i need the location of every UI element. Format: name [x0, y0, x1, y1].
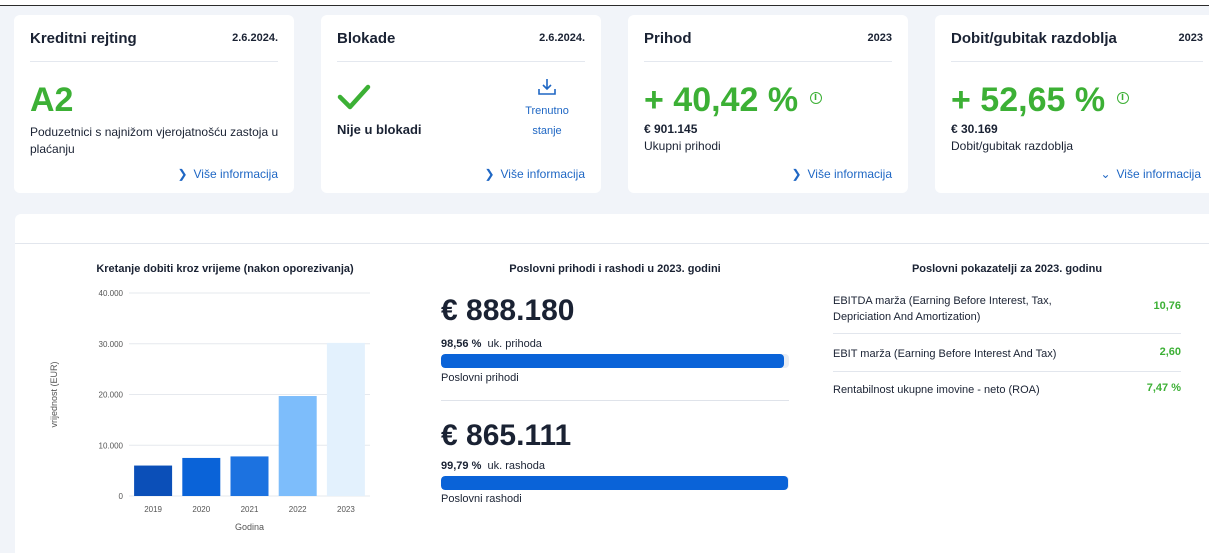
revenue-change: + 40,42 % i [644, 81, 822, 120]
y-tick-label: 10.000 [99, 441, 124, 450]
bar-2021 [230, 456, 269, 496]
bar-2019 [134, 465, 173, 496]
indicator-value: 10,76 [1153, 300, 1181, 312]
expense-bar [441, 476, 789, 490]
y-tick-label: 0 [119, 492, 124, 501]
x-tick-label: 2023 [337, 505, 355, 514]
expense-pct-label: uk. rashoda [487, 460, 545, 472]
expense-amount: € 865.111 [441, 419, 572, 452]
profit-change: + 52,65 % i [951, 81, 1129, 120]
card-title: Prihod [644, 29, 692, 47]
checkmark-icon [337, 84, 371, 110]
income-bar [441, 354, 789, 368]
more-info-link[interactable]: ❯ Više informacija [484, 167, 585, 181]
divider [441, 400, 789, 401]
current-state-button[interactable]: Trenutno stanje [507, 78, 587, 141]
indicator-row: EBIT marža (Earning Before Interest And … [833, 334, 1181, 372]
expense-label: Poslovni rashodi [441, 493, 522, 505]
card-title: Dobit/gubitak razdoblja [951, 29, 1117, 47]
info-icon[interactable]: i [809, 92, 822, 105]
y-tick-label: 20.000 [99, 391, 124, 400]
credit-rating-desc: Poduzetnici s najnižom vjerojatnošću zas… [30, 125, 279, 156]
card-header: Dobit/gubitak razdoblja 2023 [951, 15, 1203, 62]
indicator-label: Rentabilnost ukupne imovine - neto (ROA) [833, 384, 1040, 396]
x-tick-label: 2019 [144, 505, 162, 514]
x-tick-label: 2022 [289, 505, 307, 514]
more-info-link[interactable]: ⌄ Više informacija [1100, 167, 1201, 181]
indicator-value: 2,60 [1159, 346, 1181, 358]
more-info-label: Više informacija [500, 167, 585, 181]
income-label: Poslovni prihodi [441, 372, 519, 384]
x-tick-label: 2020 [192, 505, 210, 514]
expense-bar-fill [441, 476, 789, 490]
y-tick-label: 40.000 [99, 289, 124, 298]
income-pct: 98,56 % uk. prihoda [441, 338, 542, 350]
income-pct-value: 98,56 % [441, 338, 482, 350]
bar-2020 [182, 457, 221, 496]
revenue-change-value: + 40,42 % [644, 81, 799, 119]
card-title: Blokade [337, 29, 396, 47]
info-icon[interactable]: i [1116, 92, 1129, 105]
profit-amount: € 30.169 [951, 122, 998, 136]
card-title: Kreditni rejting [30, 29, 137, 47]
card-date: 2.6.2024. [232, 32, 278, 44]
credit-rating-value: A2 [30, 81, 74, 119]
more-info-label: Više informacija [1116, 167, 1201, 181]
profit-chart: 0 10.000 20.000 30.000 40.000 2019 2020 2021 202… [49, 289, 370, 532]
indicator-label: EBIT marža (Earning Before Interest And … [833, 348, 1057, 360]
chevron-right-icon: ❯ [177, 167, 188, 181]
y-axis-label: vrijednost (EUR) [49, 361, 59, 427]
revenue-title: Poslovni prihodi i rashodi u 2023. godin… [509, 263, 721, 275]
bar-2023 [326, 342, 365, 496]
card-date: 2023 [867, 32, 892, 44]
indicator-row: Rentabilnost ukupne imovine - neto (ROA)… [833, 372, 1181, 406]
card-date: 2.6.2024. [539, 32, 585, 44]
indicator-value: 7,47 % [1146, 382, 1181, 394]
bar-2022 [278, 396, 317, 496]
card-header: Kreditni rejting 2.6.2024. [30, 15, 278, 62]
revenue-desc: Ukupni prihodi [644, 139, 721, 153]
blockade-status: Nije u blokadi [337, 122, 422, 137]
income-amount: € 888.180 [441, 294, 575, 327]
chevron-right-icon: ❯ [484, 167, 495, 181]
indicator-row: EBITDA marža (Earning Before Interest, T… [833, 290, 1181, 334]
income-pct-label: uk. prihoda [487, 338, 542, 350]
download-tray-icon [538, 79, 556, 95]
card-credit-rating: Kreditni rejting 2.6.2024. A2 Poduzetnic… [14, 15, 294, 193]
card-header: Blokade 2.6.2024. [337, 15, 585, 62]
chevron-right-icon: ❯ [791, 167, 802, 181]
chevron-down-icon: ⌄ [1100, 167, 1111, 181]
expense-pct-value: 99,79 % [441, 460, 482, 472]
main-panel: Kretanje dobiti kroz vrijeme (nakon opor… [15, 214, 1209, 553]
card-revenue: Prihod 2023 + 40,42 % i € 901.145 Ukupni… [628, 15, 908, 193]
card-blockades: Blokade 2.6.2024. Nije u blokadi Trenutn… [321, 15, 601, 193]
more-info-link[interactable]: ❯ Više informacija [791, 167, 892, 181]
card-date: 2023 [1178, 32, 1203, 44]
x-axis-label: Godina [235, 522, 264, 532]
profit-change-value: + 52,65 % [951, 81, 1106, 119]
card-profit: Dobit/gubitak razdoblja 2023 + 52,65 % i… [935, 15, 1209, 193]
indicator-label: EBITDA marža (Earning Before Interest, T… [833, 295, 1052, 323]
more-info-link[interactable]: ❯ Više informacija [177, 167, 278, 181]
indicators-title: Poslovni pokazatelji za 2023. godinu [911, 263, 1103, 275]
more-info-label: Više informacija [193, 167, 278, 181]
x-tick-label: 2021 [241, 505, 259, 514]
current-state-label: Trenutno stanje [525, 105, 569, 137]
more-info-label: Više informacija [807, 167, 892, 181]
expense-pct: 99,79 % uk. rashoda [441, 460, 545, 472]
revenue-amount: € 901.145 [644, 122, 698, 136]
y-tick-label: 30.000 [99, 340, 124, 349]
income-bar-fill [441, 354, 784, 368]
card-header: Prihod 2023 [644, 15, 892, 62]
profit-desc: Dobit/gubitak razdoblja [951, 139, 1074, 153]
top-strip [0, 0, 1209, 6]
